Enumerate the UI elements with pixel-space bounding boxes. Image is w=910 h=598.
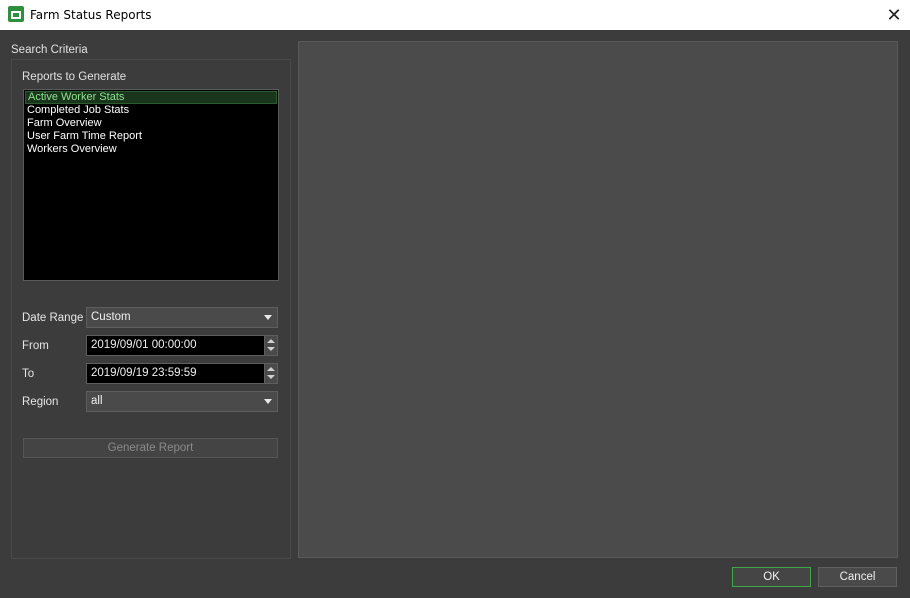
close-icon[interactable]: ✕ bbox=[878, 0, 910, 30]
report-item-workers-overview[interactable]: Workers Overview bbox=[25, 143, 277, 156]
spin-up-icon[interactable] bbox=[265, 364, 277, 373]
report-view-panel bbox=[298, 41, 898, 558]
region-label: Region bbox=[22, 396, 59, 408]
cancel-button[interactable]: Cancel bbox=[818, 567, 897, 587]
search-criteria-label: Search Criteria bbox=[11, 44, 88, 56]
generate-report-button[interactable]: Generate Report bbox=[23, 438, 278, 458]
report-item-farm-overview[interactable]: Farm Overview bbox=[25, 117, 277, 130]
ok-button[interactable]: OK bbox=[732, 567, 811, 587]
report-item-completed-job-stats[interactable]: Completed Job Stats bbox=[25, 104, 277, 117]
date-range-label: Date Range bbox=[22, 312, 84, 324]
title-bar: Farm Status Reports ✕ bbox=[0, 0, 910, 30]
chevron-down-icon bbox=[264, 399, 272, 404]
from-spinner bbox=[264, 336, 277, 355]
reports-to-generate-label: Reports to Generate bbox=[22, 71, 127, 83]
farm-monitor-icon bbox=[8, 6, 24, 22]
region-select[interactable]: all bbox=[86, 391, 278, 412]
window-title: Farm Status Reports bbox=[30, 8, 152, 22]
report-item-user-farm-time-report[interactable]: User Farm Time Report bbox=[25, 130, 277, 143]
region-value: all bbox=[91, 395, 103, 407]
spin-up-icon[interactable] bbox=[265, 336, 277, 345]
report-list[interactable]: Active Worker Stats Completed Job Stats … bbox=[23, 89, 279, 281]
from-datetime-input[interactable]: 2019/09/01 00:00:00 bbox=[86, 335, 278, 356]
report-item-active-worker-stats[interactable]: Active Worker Stats bbox=[25, 91, 277, 104]
to-spinner bbox=[264, 364, 277, 383]
date-range-select[interactable]: Custom bbox=[86, 307, 278, 328]
chevron-down-icon bbox=[264, 315, 272, 320]
spin-down-icon[interactable] bbox=[265, 345, 277, 354]
to-value: 2019/09/19 23:59:59 bbox=[91, 367, 197, 379]
from-label: From bbox=[22, 340, 49, 352]
to-datetime-input[interactable]: 2019/09/19 23:59:59 bbox=[86, 363, 278, 384]
to-label: To bbox=[22, 368, 35, 380]
from-value: 2019/09/01 00:00:00 bbox=[91, 339, 197, 351]
date-range-value: Custom bbox=[91, 311, 131, 323]
spin-down-icon[interactable] bbox=[265, 373, 277, 382]
